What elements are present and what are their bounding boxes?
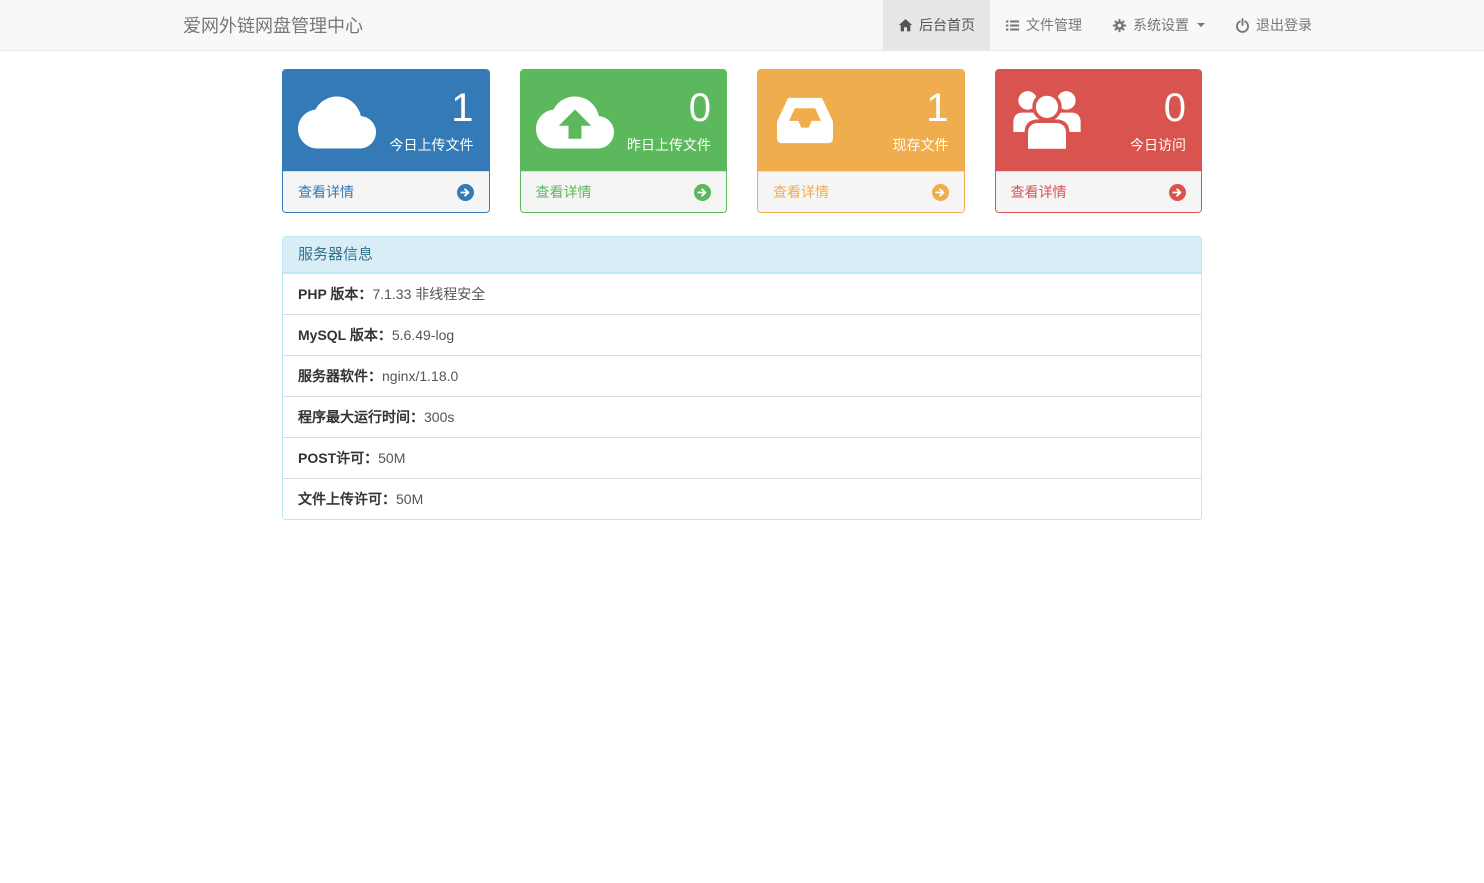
- row-label: PHP 版本：: [298, 286, 372, 302]
- row-label: POST许可：: [298, 450, 378, 466]
- row-label: MySQL 版本：: [298, 327, 392, 343]
- server-info-row-php-version: PHP 版本：7.1.33 非线程安全: [283, 273, 1201, 314]
- row-label: 服务器软件：: [298, 368, 382, 384]
- stat-label: 今日上传文件: [390, 135, 474, 155]
- view-details-link[interactable]: 查看详情: [521, 171, 727, 212]
- stat-card-heading: 0 今日访问: [996, 70, 1202, 171]
- nav-item-file-management[interactable]: 文件管理: [990, 0, 1097, 50]
- arrow-circle-right-icon: [932, 184, 949, 201]
- server-info-row-server-software: 服务器软件：nginx/1.18.0: [283, 355, 1201, 396]
- stat-label: 昨日上传文件: [627, 135, 711, 155]
- gear-icon: [1112, 18, 1127, 33]
- server-info-row-mysql-version: MySQL 版本：5.6.49-log: [283, 314, 1201, 355]
- server-info-row-post-limit: POST许可：50M: [283, 437, 1201, 478]
- nav-item-system-settings[interactable]: 系统设置: [1097, 0, 1220, 50]
- view-details-link[interactable]: 查看详情: [996, 171, 1202, 212]
- row-value: nginx/1.18.0: [382, 368, 458, 384]
- stat-card-heading: 1 今日上传文件: [283, 70, 489, 171]
- cloud-icon: [298, 92, 376, 150]
- stat-label: 今日访问: [1130, 135, 1186, 155]
- stat-value: 0: [627, 86, 711, 130]
- list-icon: [1005, 18, 1020, 33]
- stat-card-existing-files: 1 现存文件 查看详情: [757, 69, 965, 213]
- cloud-upload-icon: [536, 92, 614, 150]
- stat-card-yesterday-uploads: 0 昨日上传文件 查看详情: [520, 69, 728, 213]
- main-content: 1 今日上传文件 查看详情 0 昨日上传文件: [267, 69, 1217, 520]
- stat-card-today-uploads: 1 今日上传文件 查看详情: [282, 69, 490, 213]
- nav-item-label: 文件管理: [1026, 15, 1082, 35]
- arrow-circle-right-icon: [694, 184, 711, 201]
- arrow-circle-right-icon: [457, 184, 474, 201]
- nav-item-admin-home[interactable]: 后台首页: [883, 0, 990, 50]
- row-label: 程序最大运行时间：: [298, 409, 424, 425]
- stat-value: 1: [390, 86, 474, 130]
- inbox-icon: [773, 95, 837, 146]
- row-value: 300s: [424, 409, 454, 425]
- view-details-link[interactable]: 查看详情: [758, 171, 964, 212]
- chevron-down-icon: [1197, 23, 1205, 27]
- nav-item-label: 系统设置: [1133, 15, 1189, 35]
- brand-title[interactable]: 爱网外链网盘管理中心: [157, 0, 378, 50]
- row-value: 50M: [396, 491, 423, 507]
- top-navbar: 爱网外链网盘管理中心 后台首页: [0, 0, 1484, 51]
- home-icon: [898, 18, 913, 33]
- nav-item-label: 后台首页: [919, 15, 975, 35]
- view-details-link[interactable]: 查看详情: [283, 171, 489, 212]
- stat-card-today-visits: 0 今日访问 查看详情: [995, 69, 1203, 213]
- stat-value: 0: [1130, 86, 1186, 130]
- navbar-menu: 后台首页 文件管理: [883, 0, 1327, 50]
- stat-label: 现存文件: [893, 135, 949, 155]
- stat-value: 1: [893, 86, 949, 130]
- nav-item-label: 退出登录: [1256, 15, 1312, 35]
- server-info-row-upload-limit: 文件上传许可：50M: [283, 478, 1201, 519]
- server-info-panel: 服务器信息 PHP 版本：7.1.33 非线程安全 MySQL 版本：5.6.4…: [282, 236, 1202, 520]
- server-info-panel-title: 服务器信息: [283, 237, 1201, 273]
- stat-card-heading: 1 现存文件: [758, 70, 964, 171]
- nav-item-logout[interactable]: 退出登录: [1220, 0, 1327, 50]
- power-icon: [1235, 18, 1250, 33]
- row-label: 文件上传许可：: [298, 491, 396, 507]
- row-value: 5.6.49-log: [392, 327, 454, 343]
- users-icon: [1011, 89, 1083, 152]
- row-value: 50M: [378, 450, 405, 466]
- stat-card-heading: 0 昨日上传文件: [521, 70, 727, 171]
- arrow-circle-right-icon: [1169, 184, 1186, 201]
- stat-cards-row: 1 今日上传文件 查看详情 0 昨日上传文件: [282, 69, 1202, 213]
- row-value: 7.1.33 非线程安全: [372, 286, 485, 302]
- server-info-row-max-execution-time: 程序最大运行时间：300s: [283, 396, 1201, 437]
